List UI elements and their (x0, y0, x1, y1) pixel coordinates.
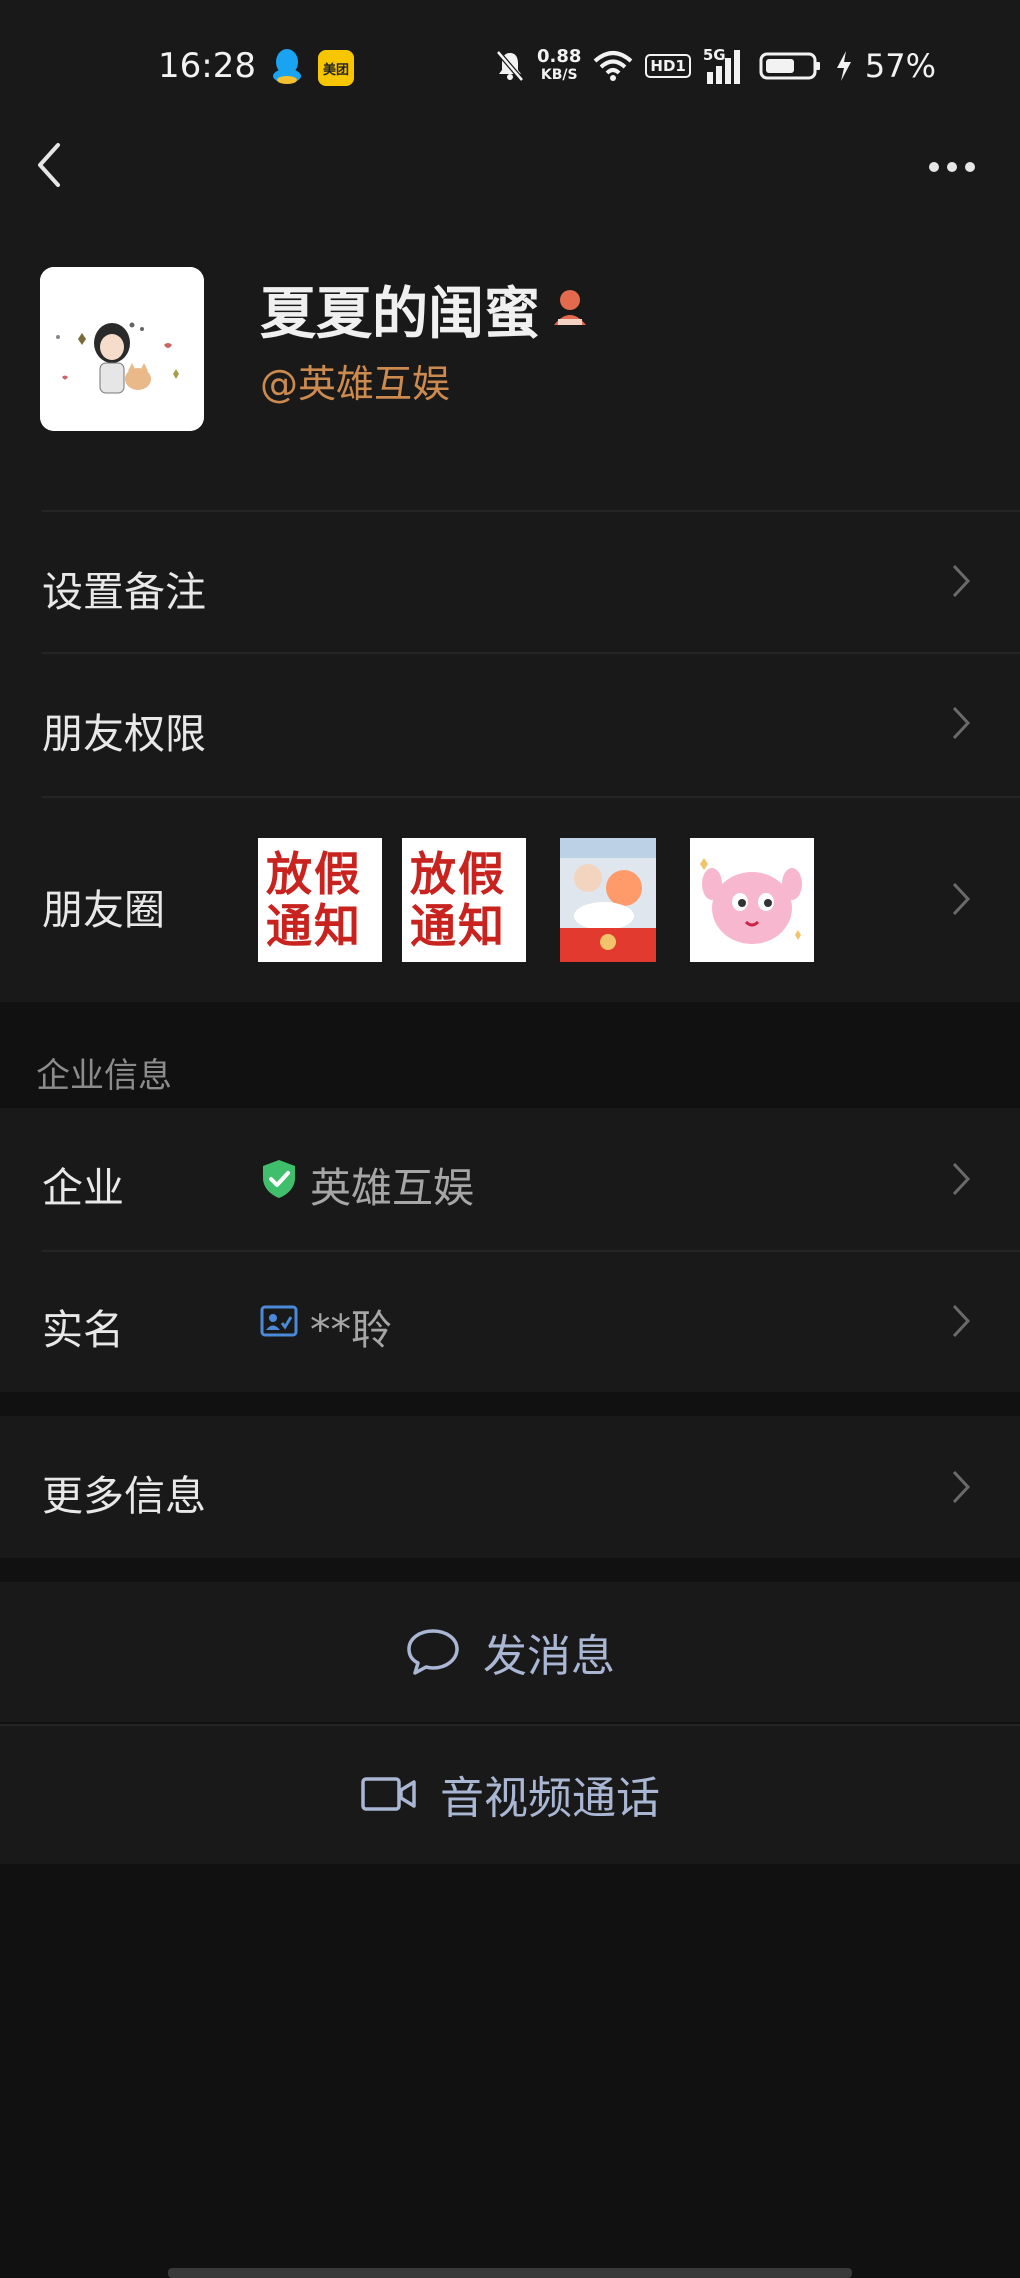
chevron-left-icon[interactable] (30, 135, 70, 195)
row-label: 朋友权限 (42, 710, 206, 758)
chevron-right-icon (952, 564, 971, 598)
status-bar: 16:28 美团 0.88 KB/S HD1 5G 57% (0, 0, 1020, 135)
signal-icon: 5G (702, 46, 747, 84)
row-label: 设置备注 (42, 568, 206, 616)
row-friend-permissions[interactable]: 朋友权限 (0, 652, 1020, 796)
moments-thumbnail[interactable]: 放假通知 (402, 838, 526, 962)
person-badge-icon (554, 290, 586, 325)
contact-name: 夏夏的闺蜜 (260, 282, 540, 347)
meituan-icon: 美团 (318, 50, 354, 86)
thumbnail-text: 放假通知 (410, 847, 506, 953)
avatar[interactable] (40, 267, 204, 431)
battery-icon (759, 52, 820, 80)
row-label: 企业 (42, 1164, 124, 1212)
home-indicator[interactable] (168, 2268, 852, 2278)
chevron-right-icon (952, 1470, 971, 1504)
profile-header: 夏夏的闺蜜 @英雄互娱 (0, 255, 1020, 510)
company-tag[interactable]: @英雄互娱 (260, 353, 450, 408)
more-horizontal-icon[interactable] (926, 159, 978, 175)
video-call-label: 音视频通话 (440, 1773, 660, 1824)
hd-indicator: HD1 (645, 54, 691, 78)
nav-bar (0, 135, 1020, 255)
row-set-remark[interactable]: 设置备注 (0, 510, 1020, 652)
divider (42, 1250, 1020, 1252)
divider (42, 796, 1020, 798)
net-speed-unit: KB/S (540, 67, 578, 83)
mute-bell-icon (496, 50, 524, 82)
divider (0, 1724, 1020, 1726)
qq-icon (273, 49, 301, 84)
status-right-cluster: 0.88 KB/S HD1 5G 57% (495, 44, 936, 88)
verified-shield-icon (263, 1160, 295, 1198)
chat-bubble-icon (407, 1629, 459, 1675)
net-speed: 0.88 KB/S (537, 48, 581, 84)
contact-profile-page: 16:28 美团 0.88 KB/S HD1 5G 57% 夏夏的闺蜜 @英雄互… (0, 0, 1020, 2278)
send-message-button[interactable]: 发消息 (0, 1582, 1020, 1722)
net-speed-value: 0.88 (537, 46, 582, 67)
thumbnail-text: 放假通知 (266, 847, 362, 953)
row-company[interactable]: 企业 英雄互娱 (0, 1108, 1020, 1250)
chevron-right-icon (952, 1304, 971, 1338)
real-name-value: **聆 (310, 1306, 392, 1354)
company-name: 英雄互娱 (310, 1164, 474, 1212)
battery-percent: 57% (864, 47, 936, 85)
signal-label: 5G (702, 46, 726, 64)
status-time: 16:28 (158, 46, 256, 86)
row-label: 更多信息 (42, 1472, 206, 1520)
chevron-right-icon (952, 1162, 971, 1196)
row-label: 朋友圈 (42, 886, 165, 934)
send-message-label: 发消息 (483, 1631, 615, 1682)
row-real-name[interactable]: 实名 **聆 (0, 1250, 1020, 1392)
divider (42, 510, 1020, 512)
row-more-info[interactable]: 更多信息 (0, 1416, 1020, 1558)
wifi-icon (594, 51, 633, 81)
avatar-illustration (40, 267, 204, 431)
id-card-icon (260, 1305, 298, 1337)
chevron-right-icon (952, 706, 971, 740)
divider (42, 652, 1020, 654)
video-camera-icon (361, 1777, 416, 1811)
thumbnail-image (560, 838, 656, 962)
video-call-button[interactable]: 音视频通话 (0, 1724, 1020, 1864)
thumbnail-image (690, 838, 814, 962)
charging-icon (836, 51, 851, 81)
row-label: 实名 (42, 1306, 124, 1354)
section-title-enterprise: 企业信息 (36, 1056, 172, 1096)
moments-thumbnail[interactable] (690, 838, 814, 962)
chevron-right-icon (952, 882, 971, 916)
moments-thumbnail[interactable] (546, 838, 670, 962)
moments-thumbnail[interactable]: 放假通知 (258, 838, 382, 962)
